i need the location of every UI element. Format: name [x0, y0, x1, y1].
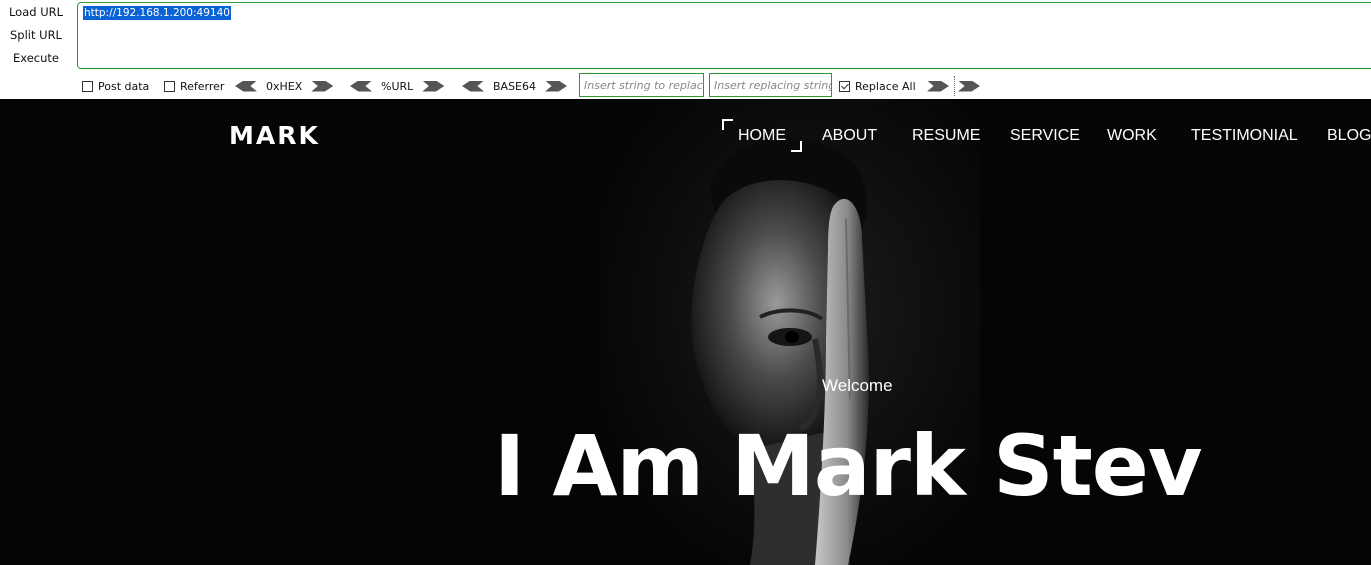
nav-blog[interactable]: BLOG: [1327, 127, 1371, 145]
url-textarea[interactable]: http://192.168.1.200:49140: [77, 2, 1371, 69]
active-nav-bracket-top: [722, 119, 733, 130]
post-data-checkbox-box[interactable]: [82, 80, 93, 92]
active-nav-bracket-bottom: [791, 141, 802, 152]
split-url-button[interactable]: Split URL: [0, 27, 72, 43]
nav-about[interactable]: ABOUT: [822, 127, 877, 145]
url-decode-arrow-icon[interactable]: [350, 80, 372, 92]
hero-headline: I Am Mark Stev: [494, 417, 1202, 515]
nav-service[interactable]: SERVICE: [1010, 127, 1080, 145]
referrer-label: Referrer: [180, 79, 225, 93]
nav-home[interactable]: HOME: [738, 127, 786, 145]
url-encoder: %URL: [350, 78, 445, 94]
replace-action: [927, 78, 949, 94]
website-hero: MARK HOME ABOUT RESUME SERVICE WORK TEST…: [0, 99, 1371, 565]
nav-resume[interactable]: RESUME: [912, 127, 980, 145]
hex-decode-arrow-icon[interactable]: [235, 80, 257, 92]
hackbar-options-row: Post data Referrer 0xHEX %URL BASE64 Ins…: [0, 72, 1371, 99]
toolbar-separator: [954, 76, 955, 96]
hex-encode-arrow-icon[interactable]: [311, 80, 334, 92]
url-value: http://192.168.1.200:49140: [83, 6, 231, 20]
base64-label: BASE64: [493, 79, 537, 93]
replace-all-label: Replace All: [855, 79, 916, 93]
hex-encoder: 0xHEX: [235, 78, 334, 94]
site-logo[interactable]: MARK: [229, 121, 320, 150]
hex-label: 0xHEX: [266, 79, 303, 93]
load-url-button[interactable]: Load URL: [0, 4, 72, 20]
nav-testimonial[interactable]: TESTIMONIAL: [1191, 127, 1298, 145]
extra-arrow-icon[interactable]: [958, 80, 980, 92]
extra-action: [958, 78, 980, 94]
replacing-string-input[interactable]: Insert replacing string: [709, 73, 832, 97]
post-data-label: Post data: [98, 79, 150, 93]
base64-encode-arrow-icon[interactable]: [545, 80, 568, 92]
nav-work[interactable]: WORK: [1107, 127, 1157, 145]
welcome-text: Welcome: [822, 376, 893, 395]
replace-arrow-icon[interactable]: [927, 80, 949, 92]
referrer-checkbox-box[interactable]: [164, 80, 175, 92]
replace-all-checkbox-box[interactable]: [839, 80, 850, 92]
replace-all-checkbox[interactable]: Replace All: [839, 78, 916, 94]
execute-button[interactable]: Execute: [0, 50, 72, 66]
base64-decode-arrow-icon[interactable]: [462, 80, 484, 92]
url-encode-arrow-icon[interactable]: [422, 80, 445, 92]
base64-encoder: BASE64: [462, 78, 568, 94]
replace-string-input[interactable]: Insert string to replace: [579, 73, 704, 97]
hackbar-toolbar: Load URL Split URL Execute http://192.16…: [0, 0, 1371, 99]
url-encoding-label: %URL: [381, 79, 414, 93]
post-data-checkbox[interactable]: Post data: [82, 78, 149, 94]
referrer-checkbox[interactable]: Referrer: [164, 78, 224, 94]
